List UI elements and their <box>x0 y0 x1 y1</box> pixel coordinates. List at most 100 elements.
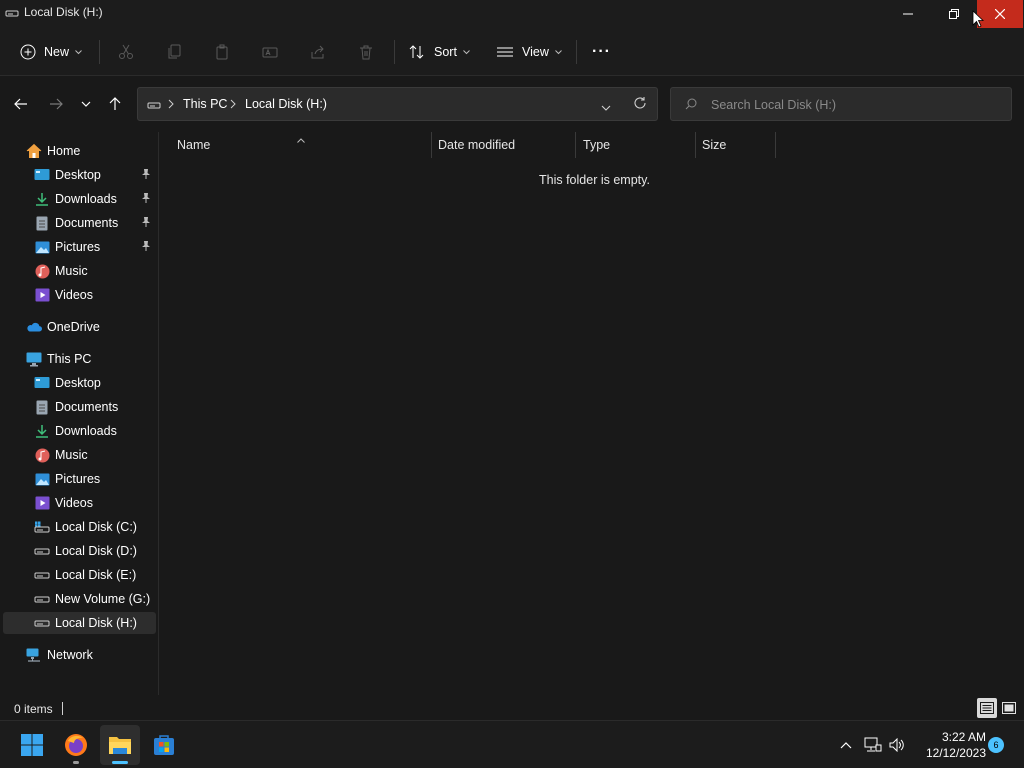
sidebar-item-onedrive[interactable]: OneDrive <box>3 316 156 338</box>
sidebar-item-label: Videos <box>55 288 93 302</box>
pin-icon <box>141 216 151 231</box>
pin-icon <box>141 240 151 255</box>
sidebar-item-local-disk-d[interactable]: Local Disk (D:) <box>3 540 156 562</box>
sidebar-item-pc-documents[interactable]: Documents <box>3 396 156 418</box>
column-header-date-modified[interactable]: Date modified <box>438 138 515 152</box>
sidebar-item-network[interactable]: Network <box>3 644 156 666</box>
sidebar-item-desktop[interactable]: Desktop <box>3 164 156 186</box>
column-divider[interactable] <box>431 132 432 158</box>
sidebar-item-pc-music[interactable]: Music <box>3 444 156 466</box>
drive-icon <box>34 591 50 607</box>
pin-icon <box>141 168 151 183</box>
new-button[interactable]: New <box>20 38 82 66</box>
column-divider[interactable] <box>575 132 576 158</box>
videos-icon <box>34 287 50 303</box>
chevron-right-icon <box>168 98 174 112</box>
address-bar[interactable]: This PC Local Disk (H:) <box>137 87 658 121</box>
notification-badge[interactable]: 6 <box>988 737 1004 753</box>
network-status-button[interactable] <box>863 735 883 755</box>
taskbar-microsoft-store[interactable] <box>144 725 184 765</box>
column-header-name[interactable]: Name <box>177 138 210 152</box>
copy-icon[interactable] <box>162 40 186 64</box>
breadcrumb-this-pc[interactable]: This PC <box>183 97 227 111</box>
column-divider[interactable] <box>695 132 696 158</box>
desktop-icon <box>34 167 50 183</box>
system-drive-icon <box>34 519 50 535</box>
sidebar-item-label: Documents <box>55 400 119 414</box>
up-button[interactable] <box>103 92 127 116</box>
sidebar-item-label: Local Disk (D:) <box>55 544 137 558</box>
clock[interactable]: 3:22 AM 12/12/2023 <box>918 729 986 761</box>
sidebar-item-label: This PC <box>47 352 92 366</box>
sidebar-item-downloads[interactable]: Downloads <box>3 188 156 210</box>
documents-icon <box>34 399 50 415</box>
sort-button[interactable]: Sort <box>408 38 470 66</box>
pictures-icon <box>34 239 50 255</box>
downloads-icon <box>34 423 50 439</box>
paste-icon[interactable] <box>210 40 234 64</box>
chevron-right-icon <box>230 98 236 112</box>
sidebar-item-documents[interactable]: Documents <box>3 212 156 234</box>
downloads-icon <box>34 191 50 207</box>
sidebar-item-label: Documents <box>55 216 119 230</box>
delete-icon[interactable] <box>354 40 378 64</box>
sidebar-item-pictures[interactable]: Pictures <box>3 236 156 258</box>
sidebar-item-label: Pictures <box>55 472 101 486</box>
volume-button[interactable] <box>887 735 907 755</box>
address-history-button[interactable] <box>601 100 611 114</box>
refresh-icon <box>634 97 646 109</box>
sidebar-item-label: Music <box>55 264 88 278</box>
refresh-button[interactable] <box>633 96 647 113</box>
show-hidden-icons-button[interactable] <box>836 735 856 755</box>
sidebar-item-new-volume-g[interactable]: New Volume (G:) <box>3 588 156 610</box>
sort-ascending-icon <box>297 132 305 146</box>
search-box[interactable] <box>670 87 1012 121</box>
recent-locations-button[interactable] <box>74 92 98 116</box>
minimize-button[interactable] <box>885 0 931 28</box>
sidebar-item-local-disk-e[interactable]: Local Disk (E:) <box>3 564 156 586</box>
taskbar-firefox[interactable] <box>56 725 96 765</box>
sidebar-item-label: Pictures <box>55 240 101 254</box>
taskbar: 3:22 AM 12/12/2023 6 <box>0 720 1024 768</box>
speaker-icon <box>889 738 904 752</box>
chevron-down-icon <box>81 101 91 107</box>
sidebar-item-label: Network <box>47 648 93 662</box>
large-icons-view-icon <box>1002 702 1016 714</box>
chevron-down-icon <box>555 49 562 54</box>
sidebar-item-music[interactable]: Music <box>3 260 156 282</box>
drive-icon <box>5 7 19 21</box>
rename-icon[interactable] <box>258 40 282 64</box>
restore-button[interactable] <box>931 0 977 28</box>
sidebar-item-pc-pictures[interactable]: Pictures <box>3 468 156 490</box>
sidebar-item-pc-downloads[interactable]: Downloads <box>3 420 156 442</box>
breadcrumb-local-disk-h[interactable]: Local Disk (H:) <box>245 97 327 111</box>
sidebar-item-local-disk-h[interactable]: Local Disk (H:) <box>3 612 156 634</box>
column-divider[interactable] <box>775 132 776 158</box>
back-button[interactable] <box>9 92 33 116</box>
sidebar-item-local-disk-c[interactable]: Local Disk (C:) <box>3 516 156 538</box>
search-input[interactable] <box>711 96 1001 114</box>
taskbar-file-explorer[interactable] <box>100 725 140 765</box>
details-view-button[interactable] <box>977 698 997 718</box>
cut-icon[interactable] <box>114 40 138 64</box>
share-icon[interactable] <box>306 40 330 64</box>
music-icon <box>34 263 50 279</box>
forward-button[interactable] <box>44 92 68 116</box>
sidebar-item-pc-videos[interactable]: Videos <box>3 492 156 514</box>
sidebar-item-videos[interactable]: Videos <box>3 284 156 306</box>
sidebar-item-this-pc[interactable]: This PC <box>3 348 156 370</box>
sidebar-item-home[interactable]: Home <box>3 140 156 162</box>
column-header-size[interactable]: Size <box>702 138 726 152</box>
start-button[interactable] <box>12 725 52 765</box>
view-button[interactable]: View <box>496 38 562 66</box>
sidebar-item-label: Home <box>47 144 81 158</box>
clock-date: 12/12/2023 <box>925 746 986 760</box>
sidebar-item-pc-desktop[interactable]: Desktop <box>3 372 156 394</box>
column-header-type[interactable]: Type <box>583 138 610 152</box>
sidebar-item-label: Desktop <box>55 168 101 182</box>
network-status-icon <box>864 737 882 752</box>
large-icons-view-button[interactable] <box>999 698 1019 718</box>
folder-icon <box>109 737 131 754</box>
separator <box>99 40 100 64</box>
more-options-button[interactable]: ··· <box>592 38 611 66</box>
